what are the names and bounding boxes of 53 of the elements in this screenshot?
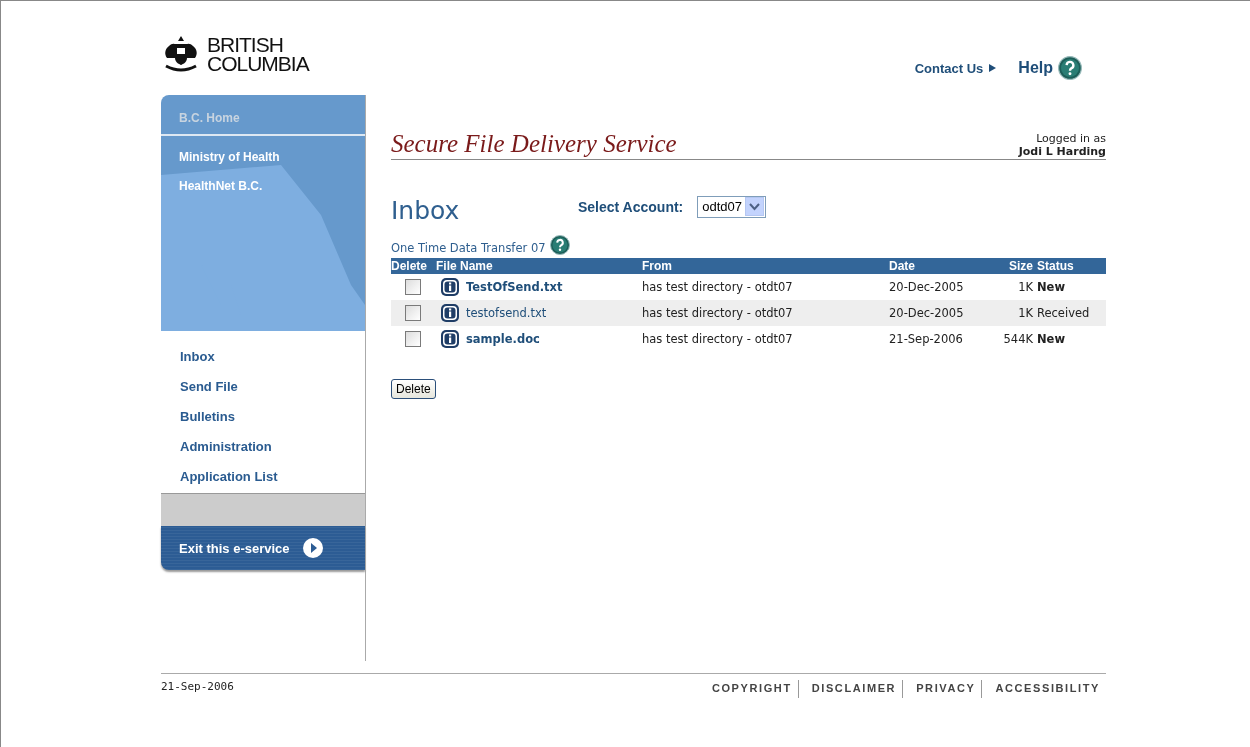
file-link[interactable]: sample.doc — [466, 332, 540, 346]
info-icon[interactable] — [440, 303, 460, 323]
table-cell: 1K — [997, 274, 1037, 300]
column-header: From — [642, 258, 889, 274]
contact-link[interactable]: Contact Us — [914, 60, 997, 76]
table-cell: 20-Dec-2005 — [889, 300, 997, 326]
nav-link[interactable]: Application List — [180, 469, 346, 484]
help-icon[interactable] — [549, 235, 570, 255]
info-icon[interactable] — [440, 277, 460, 297]
column-header: Delete — [391, 258, 436, 274]
column-header: Status — [1037, 258, 1106, 274]
info-icon[interactable] — [440, 329, 460, 349]
arrow-circle-icon — [301, 537, 324, 559]
account-select[interactable]: odtd07 — [697, 195, 767, 218]
nav-link[interactable]: Send File — [180, 379, 346, 394]
account-label: Select Account: — [578, 198, 684, 215]
footer-link[interactable]: ACCESSIBILITY — [981, 680, 1106, 698]
table-cell: has test directory - otdt07 — [642, 274, 889, 300]
column-header: Date — [889, 258, 997, 274]
footer-date: 21-Sep-2006 — [161, 680, 234, 693]
column-header: Size — [997, 258, 1037, 274]
table-cell: Received — [1037, 300, 1106, 326]
nav-link[interactable]: Bulletins — [180, 409, 346, 424]
row-checkbox[interactable] — [405, 279, 421, 295]
table-cell: 544K — [997, 326, 1037, 352]
exit-button[interactable]: Exit this e-service — [161, 526, 365, 570]
footer-link[interactable]: DISCLAIMER — [797, 680, 903, 698]
footer-link[interactable]: PRIVACY — [902, 680, 982, 698]
nav-link[interactable]: Inbox — [180, 349, 346, 364]
user-name: Jodi L Harding — [1018, 145, 1106, 158]
column-header: File Name — [436, 258, 642, 274]
table-cell: has test directory - otdt07 — [642, 326, 889, 352]
table-cell: 20-Dec-2005 — [889, 274, 997, 300]
account-name: One Time Data Transfer 07 — [391, 241, 546, 255]
table-cell: 21-Sep-2006 — [889, 326, 997, 352]
nav-link[interactable]: Administration — [180, 439, 346, 454]
footer-link[interactable]: COPYRIGHT — [698, 680, 798, 698]
help-icon[interactable] — [1058, 56, 1082, 80]
logged-in-label: Logged in as — [1036, 132, 1106, 145]
help-link[interactable]: Help — [1018, 59, 1053, 77]
logo-text: BRITISH — [207, 35, 284, 54]
logo-text: COLUMBIA — [207, 54, 309, 73]
table-cell: New — [1037, 326, 1106, 352]
table-cell: 1K — [997, 300, 1037, 326]
table-cell: has test directory - otdt07 — [642, 300, 889, 326]
file-link[interactable]: TestOfSend.txt — [466, 280, 563, 294]
service-title: Secure File Delivery Service — [391, 130, 677, 158]
triangle-icon — [989, 64, 997, 72]
row-checkbox[interactable] — [405, 331, 421, 347]
table-cell: New — [1037, 274, 1106, 300]
delete-button[interactable]: Delete — [391, 379, 436, 399]
row-checkbox[interactable] — [405, 305, 421, 321]
page-heading: Inbox — [391, 196, 461, 225]
